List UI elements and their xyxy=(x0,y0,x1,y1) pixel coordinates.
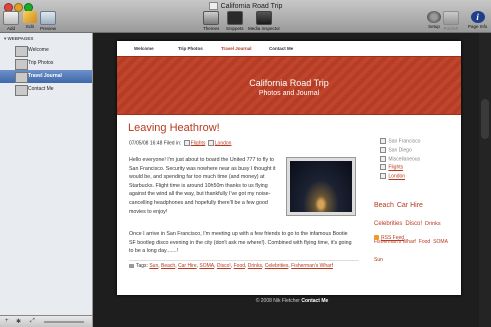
sidebar-item-contact-me[interactable]: Contact Me xyxy=(0,83,92,96)
action-menu-icon[interactable]: ✱ xyxy=(16,318,21,325)
resize-icon[interactable]: ⤢ xyxy=(30,318,35,325)
themes-button[interactable]: Themes xyxy=(203,11,219,31)
tag-cloud-item[interactable]: Celebrities xyxy=(374,219,402,229)
publish-icon xyxy=(443,11,459,25)
category-item[interactable]: San Francisco xyxy=(379,138,420,147)
tag-link[interactable]: Car Hire xyxy=(178,263,197,269)
tag-cloud-item[interactable]: Disco! xyxy=(405,219,422,229)
preview-icon xyxy=(40,11,56,25)
category-list: San Francisco San Diego Miscellaneous Fl… xyxy=(379,138,420,182)
setup-button[interactable]: Setup xyxy=(427,11,441,29)
category-icon xyxy=(183,140,190,146)
media-inspector-icon xyxy=(256,11,273,25)
category-icon xyxy=(380,155,386,162)
site-subtitle: Photos and Journal xyxy=(258,90,320,97)
category-item[interactable]: San Diego xyxy=(379,146,420,156)
site-banner: California Road Trip Photos and Journal xyxy=(117,56,461,115)
tag-link[interactable]: SOMA xyxy=(199,263,214,269)
footer-contact-link[interactable]: Contact Me xyxy=(301,298,328,304)
category-item[interactable]: Flights xyxy=(379,164,420,173)
gear-icon xyxy=(427,11,441,23)
tag-cloud-item[interactable]: Drinks xyxy=(425,219,441,229)
tag-link[interactable]: Celebrities xyxy=(265,263,289,269)
nav-contact-me[interactable]: Contact Me xyxy=(269,46,293,51)
post-meta: 07/05/08 16:48 Filed in: Flights London xyxy=(129,140,232,147)
sidebar-bottom-bar: + ✱ ⤢ xyxy=(0,315,93,327)
info-icon: i xyxy=(470,11,485,23)
publish-button[interactable]: Publish xyxy=(443,11,459,31)
web-page: Welcome Trip Photos Travel Journal Conta… xyxy=(117,41,461,295)
page-thumbnail-icon xyxy=(15,46,28,57)
category-link-london[interactable]: London xyxy=(215,140,232,146)
media-inspector-button[interactable]: Media Inspector xyxy=(248,11,280,31)
edit-canvas: Welcome Trip Photos Travel Journal Conta… xyxy=(93,33,491,327)
category-icon xyxy=(207,140,214,146)
tag-link[interactable]: Drinks xyxy=(248,263,262,269)
snippets-icon xyxy=(226,11,243,25)
tag-cloud-item[interactable]: Food xyxy=(419,237,430,247)
nav-trip-photos[interactable]: Trip Photos xyxy=(178,46,203,51)
tag-link[interactable]: Beach xyxy=(161,263,175,269)
rss-feed-link[interactable]: RSS Feed xyxy=(374,235,404,241)
snippets-button[interactable]: Snippets xyxy=(226,11,244,31)
tag-link[interactable]: Food xyxy=(234,263,245,269)
title-bar: California Road Trip Add Edit Preview Th… xyxy=(0,0,491,33)
tag-link[interactable]: Sun xyxy=(149,263,158,269)
vertical-scrollbar[interactable] xyxy=(479,33,491,327)
nav-travel-journal[interactable]: Travel Journal xyxy=(221,46,252,51)
tag-cloud-item[interactable]: Beach xyxy=(374,201,394,211)
window-title: California Road Trip xyxy=(0,2,491,10)
post-tags: Tags: Sun, Beach, Car Hire, SOMA, Disco!… xyxy=(129,260,359,269)
app-window: California Road Trip Add Edit Preview Th… xyxy=(0,0,491,327)
post-paragraph[interactable]: Hello everyone! I'm just about to board … xyxy=(129,156,280,216)
pencil-icon xyxy=(23,11,37,23)
preview-button[interactable]: Preview xyxy=(40,11,56,31)
tag-link[interactable]: Fisherman's Wharf xyxy=(291,263,333,269)
scrollbar-thumb[interactable] xyxy=(481,99,489,139)
site-title: California Road Trip xyxy=(249,78,329,88)
page-thumbnail-icon xyxy=(15,85,28,96)
site-footer: © 2008 Nik Fletcher Contact Me xyxy=(255,298,329,304)
sidebar: ▾ WEBPAGES Welcome Trip Photos Travel Jo… xyxy=(0,33,93,315)
nav-welcome[interactable]: Welcome xyxy=(134,46,154,51)
site-nav: Welcome Trip Photos Travel Journal Conta… xyxy=(117,41,461,56)
category-item[interactable]: Miscellaneous xyxy=(379,155,420,165)
post-paragraph[interactable]: Once I arrive in San Francisco, I'm meet… xyxy=(129,230,354,256)
add-page-button[interactable]: + xyxy=(5,318,9,324)
document-icon xyxy=(208,2,218,10)
add-button[interactable]: Add xyxy=(3,11,19,31)
category-icon xyxy=(380,138,386,144)
category-icon xyxy=(380,146,386,153)
themes-icon xyxy=(203,11,220,25)
page-info-button[interactable]: i Page Info xyxy=(468,11,487,29)
page-thumbnail-icon xyxy=(15,59,28,70)
rss-icon xyxy=(374,235,379,241)
sidebar-item-travel-journal[interactable]: Travel Journal xyxy=(0,70,92,83)
tag-cloud-item[interactable]: SOMA xyxy=(433,237,448,247)
tag-icon xyxy=(129,263,134,268)
tag-cloud: Beach Car HireCelebrities Disco! DrinksFish… xyxy=(374,194,454,266)
post-photo[interactable] xyxy=(286,157,356,216)
category-link-flights[interactable]: Flights xyxy=(191,140,206,146)
sidebar-item-trip-photos[interactable]: Trip Photos xyxy=(0,57,92,70)
edit-button[interactable]: Edit xyxy=(23,11,37,29)
sidebar-item-welcome[interactable]: Welcome xyxy=(0,44,92,57)
category-icon xyxy=(380,173,386,180)
sidebar-header: ▾ WEBPAGES xyxy=(4,36,34,41)
page-thumbnail-icon xyxy=(15,72,28,83)
zoom-slider[interactable] xyxy=(44,321,84,323)
tag-link[interactable]: Disco! xyxy=(217,263,231,269)
night-city-image xyxy=(290,161,352,212)
tag-cloud-item[interactable]: Sun xyxy=(374,255,383,265)
category-icon xyxy=(380,164,386,171)
category-item[interactable]: London xyxy=(379,173,420,182)
tag-cloud-item[interactable]: Car Hire xyxy=(397,201,423,211)
add-page-icon xyxy=(3,11,19,25)
post-title[interactable]: Leaving Heathrow! xyxy=(128,122,220,134)
